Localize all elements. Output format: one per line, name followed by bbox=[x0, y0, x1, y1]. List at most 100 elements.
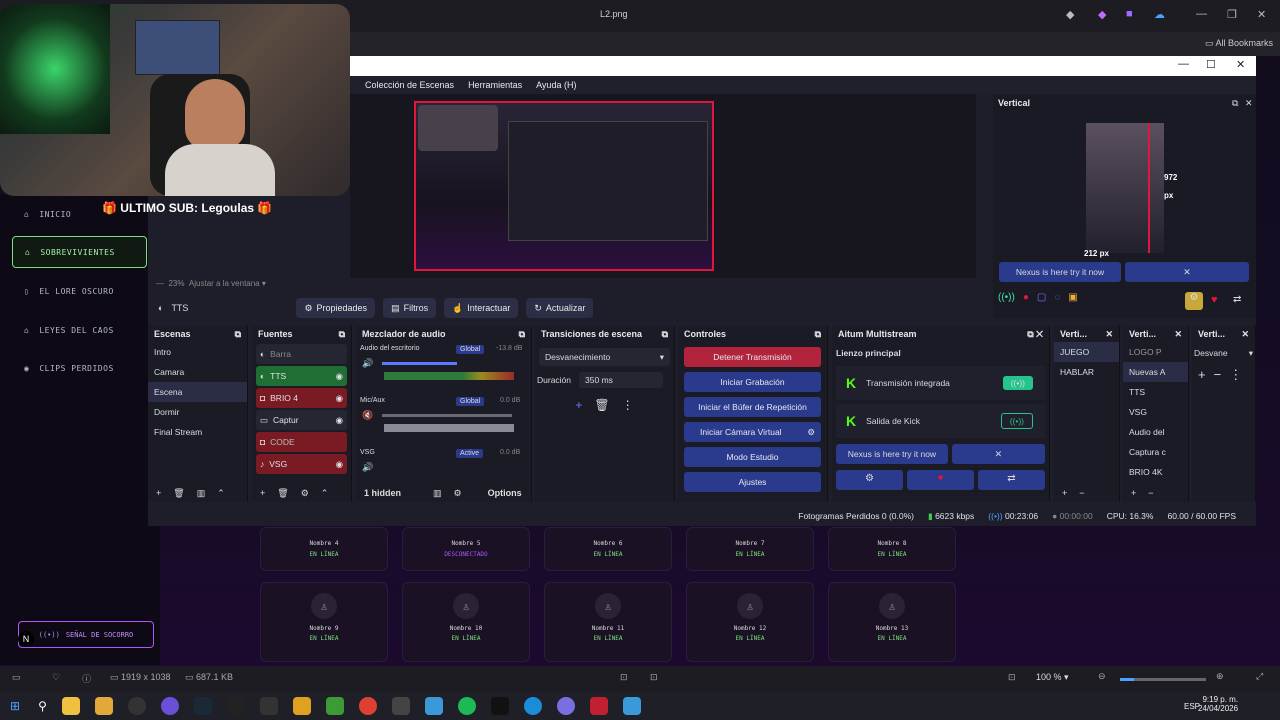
discord-icon[interactable] bbox=[160, 697, 179, 715]
nav-sobrevivientes[interactable]: ⌂ SOBREVIVIENTES bbox=[12, 236, 147, 268]
vertical-source-item[interactable]: Captura c bbox=[1123, 442, 1188, 462]
spotify-icon[interactable] bbox=[457, 697, 476, 715]
vertical-source-item[interactable]: Nuevas A bbox=[1123, 362, 1188, 382]
aitum-nexus-close-icon[interactable]: ✕ bbox=[951, 444, 1045, 464]
replay-buffer-button[interactable]: Iniciar el Búfer de Repetición bbox=[684, 397, 821, 417]
vertical-source-item[interactable]: VSG bbox=[1123, 402, 1188, 422]
dock-close-icon[interactable]: ⧉ ✕ bbox=[1027, 329, 1043, 339]
vertical-nexus-banner[interactable]: Nexus is here try it now bbox=[999, 262, 1121, 282]
fit-text[interactable]: Ajustar a la ventana bbox=[189, 279, 260, 288]
vertical-settings-icon[interactable]: ⚙ bbox=[1185, 292, 1203, 310]
fit-icon[interactable]: ⊡ bbox=[1008, 672, 1016, 683]
refresh-button[interactable]: ↻ Actualizar bbox=[526, 298, 594, 318]
stream-toggle-on[interactable]: ((•)) bbox=[1002, 376, 1033, 390]
refresh-icon[interactable]: ◌ bbox=[1054, 292, 1060, 303]
add-icon[interactable]: + bbox=[1131, 488, 1136, 498]
member-card[interactable]: Nombre 7 EN LÍNEA bbox=[686, 527, 814, 571]
start-icon[interactable]: ⊞ bbox=[10, 699, 20, 713]
obs-maximize-icon[interactable]: ☐ bbox=[1206, 58, 1216, 71]
start-recording-button[interactable]: Iniciar Grabación bbox=[684, 372, 821, 392]
vertical-transition-select[interactable]: Desvane ▾ bbox=[1194, 348, 1253, 359]
nav-lore[interactable]: ▯ EL LORE OSCURO bbox=[12, 275, 147, 307]
nav-clips[interactable]: ◉ CLIPS PERDIDOS bbox=[12, 352, 147, 384]
heart-icon[interactable]: ♥ bbox=[1211, 294, 1218, 306]
crop-icon[interactable]: ⊡ bbox=[620, 672, 628, 683]
signal-button[interactable]: ((•)) SEÑAL DE SOCORRO bbox=[18, 621, 154, 648]
vertical-source-item[interactable]: BRIO 4K bbox=[1123, 462, 1188, 482]
system-clock[interactable]: 9:19 p. m. 24/04/2026 bbox=[1198, 695, 1238, 713]
app-icon-3[interactable]: ■ bbox=[1126, 8, 1133, 20]
layout-icon[interactable]: ▥ bbox=[433, 488, 442, 499]
gear-icon[interactable]: ⚙ bbox=[807, 427, 815, 438]
gear-icon[interactable]: ⚙ bbox=[301, 488, 309, 499]
vertical-canvas[interactable]: 972 px 212 px bbox=[1084, 123, 1177, 258]
volume-slider[interactable] bbox=[382, 362, 457, 365]
onedrive-icon[interactable]: ☁ bbox=[1154, 8, 1165, 21]
source-item[interactable]: ◘ BRIO 4 ◉ bbox=[256, 388, 347, 408]
zoom-slider[interactable] bbox=[1120, 678, 1206, 681]
eye-icon[interactable]: ◉ bbox=[336, 415, 343, 426]
member-card[interactable]: ♙ Nombre 12 EN LÍNEA bbox=[686, 582, 814, 662]
vertical-nexus-close-icon[interactable]: ✕ bbox=[1125, 262, 1249, 282]
member-card[interactable]: ♙ Nombre 11 EN LÍNEA bbox=[544, 582, 672, 662]
epic-icon[interactable] bbox=[259, 697, 278, 715]
app-icon[interactable] bbox=[226, 697, 245, 715]
record-icon[interactable]: ● bbox=[1023, 292, 1029, 303]
options-menu[interactable]: Options bbox=[488, 488, 522, 498]
scene-item[interactable]: Final Stream bbox=[148, 422, 247, 442]
more-icon[interactable]: ⋮ bbox=[1229, 367, 1242, 383]
dock-float-icon[interactable]: ⧉ bbox=[339, 329, 345, 339]
dock-float-icon[interactable]: ⧉ bbox=[235, 329, 241, 339]
search-icon[interactable]: ⚲ bbox=[38, 699, 47, 713]
eye-icon[interactable]: ◉ bbox=[336, 371, 343, 382]
up-icon[interactable]: ⌃ bbox=[321, 488, 329, 499]
scan-icon[interactable]: ⊡ bbox=[650, 672, 658, 683]
filter-icon[interactable]: ▥ bbox=[197, 488, 206, 499]
add-icon[interactable]: + bbox=[1198, 367, 1206, 383]
scene-item[interactable]: Dormir bbox=[148, 402, 247, 422]
app3-icon[interactable] bbox=[589, 697, 608, 715]
member-card[interactable]: ♙ Nombre 13 EN LÍNEA bbox=[828, 582, 956, 662]
backtrack-icon[interactable]: ▢ bbox=[1037, 292, 1046, 303]
up-icon[interactable]: ⌃ bbox=[217, 488, 225, 499]
source-item[interactable]: ◐ TTS ◉ bbox=[256, 366, 347, 386]
source-item[interactable]: ◘ CODE bbox=[256, 432, 347, 452]
fullscreen-icon[interactable]: ⤢ bbox=[1256, 671, 1263, 682]
gear-icon[interactable]: ⚙ bbox=[836, 470, 903, 490]
all-bookmarks[interactable]: ▭ All Bookmarks bbox=[1205, 38, 1273, 49]
member-card[interactable]: Nombre 6 EN LÍNEA bbox=[544, 527, 672, 571]
zoom-out-icon[interactable]: ⊖ bbox=[1098, 671, 1106, 682]
scene-item[interactable]: Camara bbox=[148, 362, 247, 382]
edge-icon[interactable] bbox=[523, 697, 542, 715]
swap-icon[interactable]: ⇄ bbox=[1233, 294, 1241, 305]
channel-mode[interactable]: Active bbox=[456, 449, 484, 458]
virtual-camera-button[interactable]: Iniciar Cámara Virtual ⚙ bbox=[684, 422, 821, 442]
clip-icon[interactable]: ▣ bbox=[1068, 292, 1077, 303]
capcut-icon[interactable] bbox=[391, 697, 410, 715]
stream-toggle-off[interactable]: ((•)) bbox=[1000, 413, 1033, 429]
heart-icon[interactable]: ♥ bbox=[907, 470, 974, 490]
preview-canvas[interactable] bbox=[414, 101, 714, 271]
trash-icon[interactable]: 🗑 bbox=[173, 488, 184, 499]
dock-close-icon[interactable]: ✕ bbox=[1241, 329, 1249, 339]
vertical-source-item[interactable]: LOGO P bbox=[1123, 342, 1188, 362]
dock-close-icon[interactable]: ✕ bbox=[1105, 329, 1113, 339]
app2-icon[interactable] bbox=[556, 697, 575, 715]
scene-item[interactable]: Intro bbox=[148, 342, 247, 362]
photos-icon[interactable] bbox=[622, 697, 641, 715]
minimize-icon[interactable]: — bbox=[1196, 8, 1207, 20]
info-icon[interactable]: ⓘ bbox=[82, 672, 91, 685]
channel-mode[interactable]: Global bbox=[456, 345, 485, 354]
aitum-nexus-banner[interactable]: Nexus is here try it now bbox=[836, 444, 948, 464]
trash-icon[interactable]: 🗑 bbox=[594, 398, 609, 412]
obs-minimize-icon[interactable]: — bbox=[1178, 58, 1189, 70]
member-card[interactable]: Nombre 5 DESCONECTADO bbox=[402, 527, 530, 571]
explorer-icon[interactable] bbox=[94, 697, 113, 715]
eye-icon[interactable]: ◉ bbox=[336, 459, 343, 470]
store-icon[interactable] bbox=[61, 697, 80, 715]
source-item[interactable]: ◐ Barra bbox=[256, 344, 347, 364]
stop-stream-button[interactable]: Detener Transmisión bbox=[684, 347, 821, 367]
member-card[interactable]: Nombre 8 EN LÍNEA bbox=[828, 527, 956, 571]
dock-close-icon[interactable]: ✕ bbox=[1174, 329, 1182, 339]
restore-icon[interactable]: ❐ bbox=[1227, 8, 1237, 21]
